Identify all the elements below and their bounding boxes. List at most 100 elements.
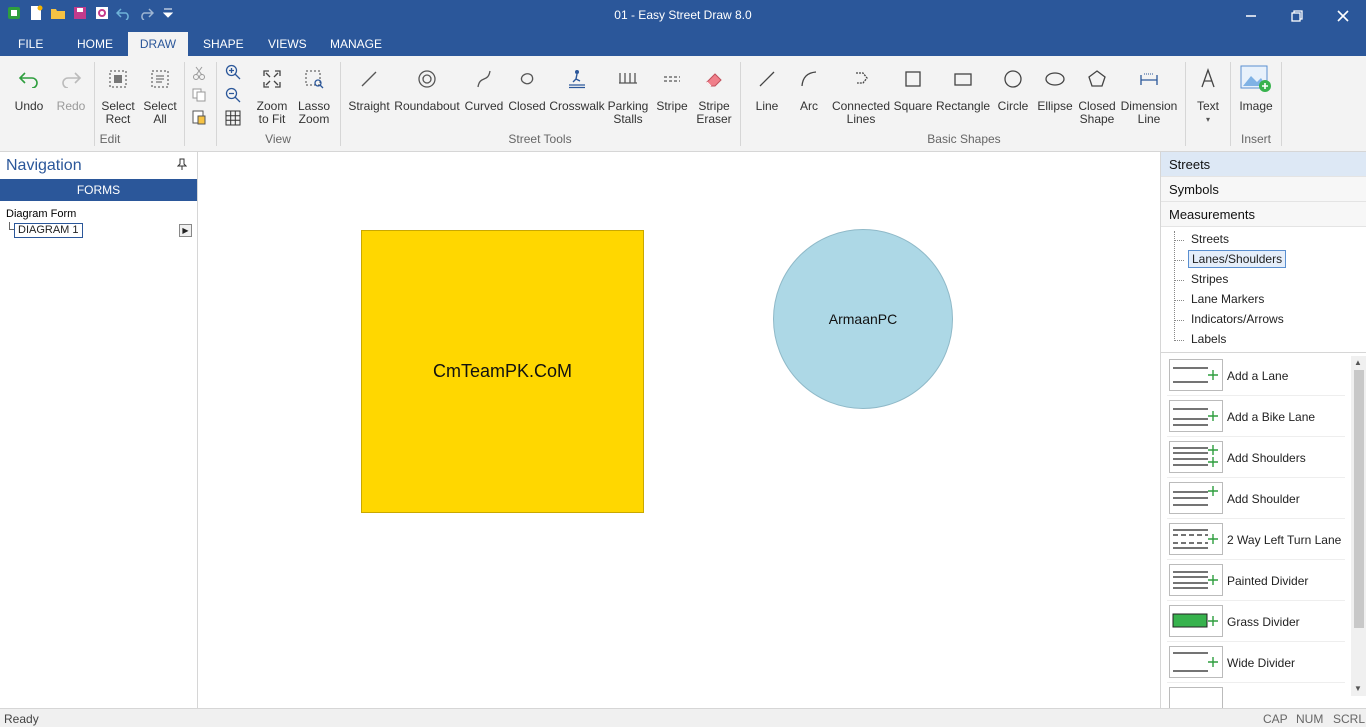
ellipse-button[interactable]: Ellipse <box>1035 64 1075 113</box>
add-bike-lane-icon <box>1169 400 1223 432</box>
closed-button[interactable]: Closed <box>507 64 547 113</box>
scrollbar-thumb[interactable] <box>1354 370 1364 628</box>
roundabout-button[interactable]: Roundabout <box>394 64 460 113</box>
crosswalk-button[interactable]: Crosswalk <box>548 64 606 113</box>
separator <box>1281 62 1282 146</box>
copy-icon[interactable] <box>190 86 208 104</box>
palette-item-add-shoulders[interactable]: Add Shoulders <box>1167 438 1345 478</box>
palette-item-wide-divider[interactable]: Wide Divider <box>1167 643 1345 683</box>
arc-label: Arc <box>800 99 818 113</box>
tree-root-diagram-form[interactable]: Diagram Form <box>6 208 76 220</box>
rectangle-button[interactable]: Rectangle <box>936 64 990 113</box>
tree-tick <box>1174 320 1184 321</box>
street-tools-group-label: Street Tools <box>508 132 572 146</box>
palette-scrollbar[interactable]: ▲ ▼ <box>1351 356 1366 696</box>
select-all-label-2: All <box>153 112 167 126</box>
lasso-label-2: Zoom <box>298 112 330 126</box>
subitem-lane-markers[interactable]: Lane Markers <box>1188 291 1267 307</box>
curved-button[interactable]: Curved <box>463 64 505 113</box>
redo-button[interactable]: Redo <box>52 64 90 113</box>
cut-icon[interactable] <box>190 64 208 82</box>
minimize-icon[interactable] <box>1228 0 1274 32</box>
closed-shape-button[interactable]: Closed Shape <box>1077 64 1117 126</box>
subitem-lanes-shoulders[interactable]: Lanes/Shoulders <box>1188 250 1287 268</box>
subitem-stripes[interactable]: Stripes <box>1188 271 1231 287</box>
palette-item-add-shoulder[interactable]: Add Shoulder <box>1167 479 1345 519</box>
palette-item-add-lane[interactable]: Add a Lane <box>1167 356 1345 396</box>
grid-icon[interactable] <box>224 109 242 127</box>
subitem-labels[interactable]: Labels <box>1188 331 1229 347</box>
dimension-line-button[interactable]: Dimension Line <box>1119 64 1179 126</box>
two-way-left-turn-icon <box>1169 523 1223 555</box>
tab-file[interactable]: FILE <box>10 32 51 56</box>
select-rect-button[interactable]: Select Rect <box>98 64 138 126</box>
scroll-down-icon[interactable]: ▼ <box>1354 684 1362 693</box>
square-button[interactable]: Square <box>893 64 933 113</box>
blue-circle-shape[interactable]: ArmaanPC <box>773 229 953 409</box>
streets-subtree: Streets Lanes/Shoulders Stripes Lane Mar… <box>1161 227 1366 353</box>
connected-lines-button[interactable]: Connected Lines <box>831 64 891 126</box>
text-icon <box>1190 64 1226 94</box>
subitem-streets[interactable]: Streets <box>1188 231 1232 247</box>
circle-button[interactable]: Circle <box>995 64 1031 113</box>
palette-item-two-way-left-turn[interactable]: 2 Way Left Turn Lane <box>1167 520 1345 560</box>
square-icon <box>893 64 933 94</box>
straight-icon <box>346 64 392 94</box>
separator <box>184 62 185 146</box>
zoom-fit-label-2: to Fit <box>258 112 286 126</box>
palette-item-grass-divider[interactable]: Grass Divider <box>1167 602 1345 642</box>
select-all-button[interactable]: Select All <box>140 64 180 126</box>
category-streets[interactable]: Streets <box>1161 152 1366 177</box>
add-shoulders-icon <box>1169 441 1223 473</box>
pentagon-icon <box>1077 64 1117 94</box>
lasso-zoom-button[interactable]: Lasso Zoom <box>294 64 334 126</box>
parking-stalls-button[interactable]: Parking Stalls <box>607 64 649 126</box>
title-bar: 01 - Easy Street Draw 8.0 <box>0 0 1366 32</box>
image-button[interactable]: Image <box>1234 64 1278 113</box>
forms-header[interactable]: FORMS <box>0 179 197 201</box>
edit-group-label: Edit <box>99 132 121 146</box>
restore-icon[interactable] <box>1274 0 1320 32</box>
stripe-eraser-button[interactable]: Stripe Eraser <box>694 64 734 126</box>
category-symbols[interactable]: Symbols <box>1161 177 1366 202</box>
line-button[interactable]: Line <box>750 64 784 113</box>
zoom-to-fit-button[interactable]: Zoom to Fit <box>252 64 292 126</box>
drawing-canvas[interactable]: CmTeamPK.CoM ArmaanPC <box>199 152 1160 708</box>
eraser-icon <box>694 64 734 94</box>
palette-item-partial[interactable] <box>1167 684 1345 708</box>
tree-tick <box>1174 300 1184 301</box>
tab-home[interactable]: HOME <box>69 32 121 56</box>
palette-label: Wide Divider <box>1227 656 1296 670</box>
tab-draw[interactable]: DRAW <box>128 32 188 56</box>
straight-button[interactable]: Straight <box>346 64 392 113</box>
zoom-to-fit-icon <box>252 64 292 94</box>
arc-button[interactable]: Arc <box>792 64 826 113</box>
tree-connector <box>1174 231 1175 339</box>
tab-shape[interactable]: SHAPE <box>195 32 252 56</box>
paste-icon[interactable] <box>190 108 208 126</box>
zoom-out-icon[interactable] <box>224 86 242 104</box>
connected-lines-icon <box>831 64 891 94</box>
partial-item-icon <box>1169 687 1223 708</box>
rectangle-label: Rectangle <box>936 99 991 113</box>
close-icon[interactable] <box>1320 0 1366 32</box>
square-text: CmTeamPK.CoM <box>432 361 573 381</box>
tree-item-diagram-1[interactable]: DIAGRAM 1 <box>14 223 83 238</box>
category-measurements[interactable]: Measurements <box>1161 202 1366 227</box>
undo-button[interactable]: Undo <box>10 64 48 113</box>
tab-views[interactable]: VIEWS <box>260 32 315 56</box>
painted-divider-icon <box>1169 564 1223 596</box>
yellow-square-shape[interactable]: CmTeamPK.CoM <box>361 230 644 513</box>
palette-item-painted-divider[interactable]: Painted Divider <box>1167 561 1345 601</box>
palette-item-add-bike-lane[interactable]: Add a Bike Lane <box>1167 397 1345 437</box>
zoom-in-icon[interactable] <box>224 63 242 81</box>
play-arrow-icon[interactable]: ▶ <box>179 224 192 237</box>
text-button[interactable]: Text ▾ <box>1190 64 1226 126</box>
pin-icon[interactable] <box>176 158 188 173</box>
tab-manage[interactable]: MANAGE <box>322 32 390 56</box>
text-dropdown-icon[interactable]: ▾ <box>1190 113 1226 126</box>
subitem-indicators-arrows[interactable]: Indicators/Arrows <box>1188 311 1287 327</box>
stripe-button[interactable]: Stripe <box>652 64 692 113</box>
scroll-up-icon[interactable]: ▲ <box>1354 358 1362 367</box>
tree-tick <box>1174 240 1184 241</box>
